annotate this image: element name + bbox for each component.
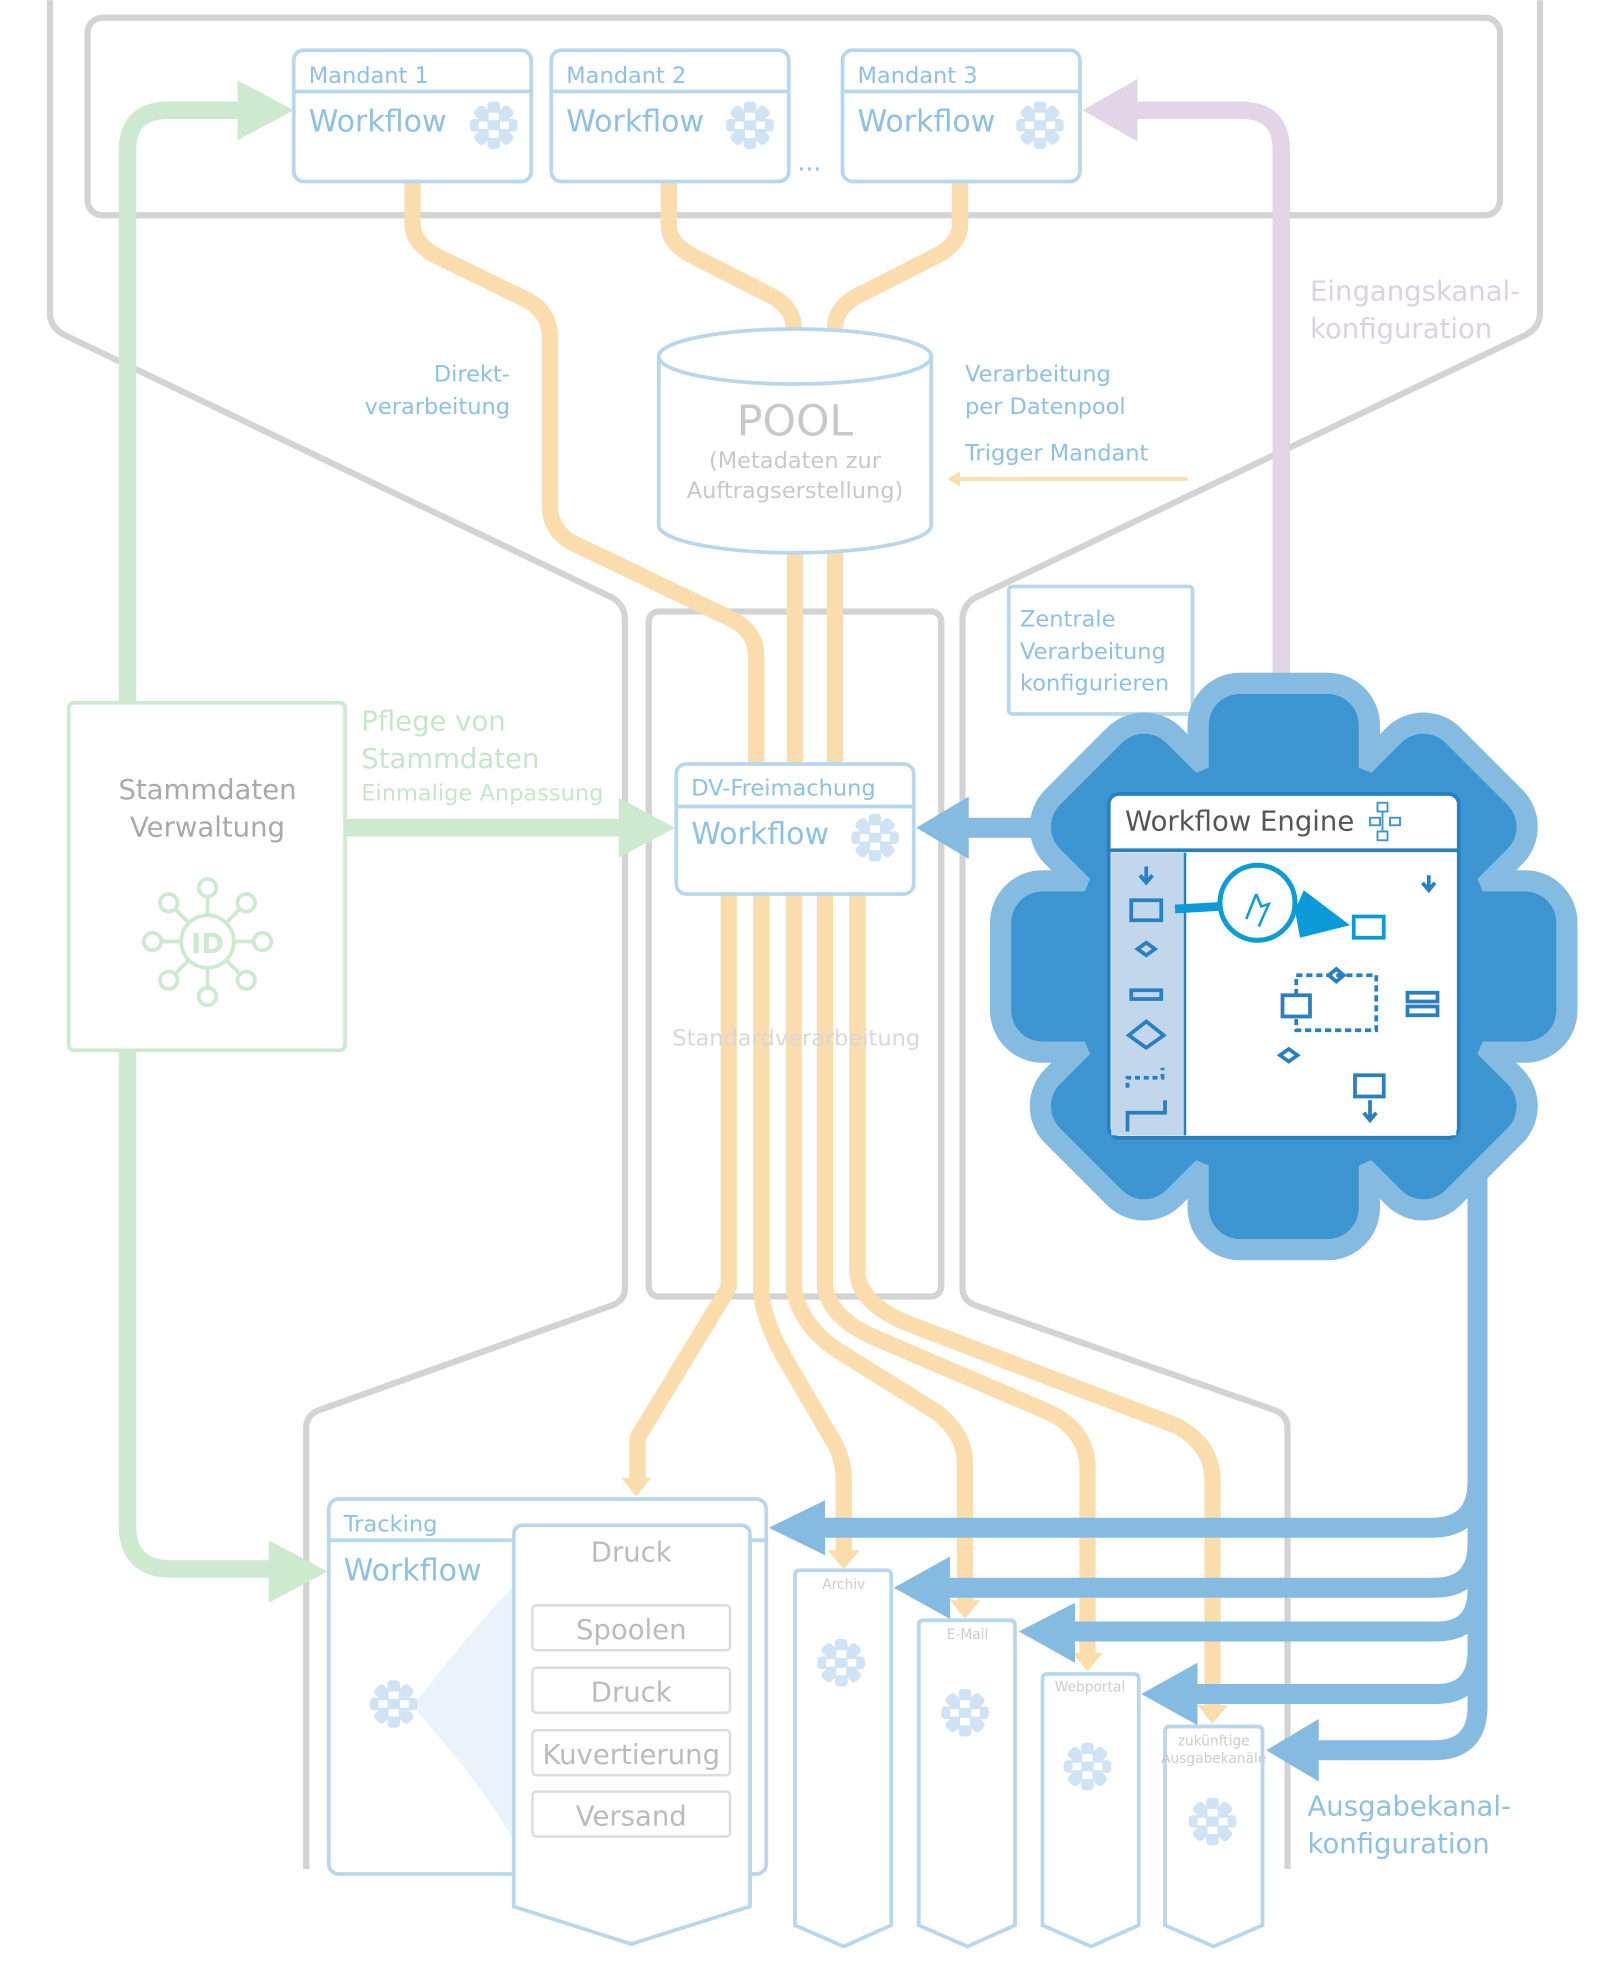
workflow-label: Workflow: [691, 817, 829, 852]
zentrale-text: konfigurieren: [1020, 670, 1169, 696]
direkt-label: verarbeitung: [365, 394, 510, 420]
channel-title: zukünftige: [1178, 1733, 1250, 1749]
dv-freimachung-box[interactable]: DV-Freimachung Workflow: [674, 762, 916, 896]
gear-icon: [1063, 1742, 1112, 1791]
mandant-title: Mandant 1: [309, 63, 429, 89]
channel-email[interactable]: E-Mail: [916, 1618, 1017, 1949]
mandant-2[interactable]: Mandant 2 Workflow: [549, 48, 791, 184]
workflow-diagram: Mandant 1 Workflow Mandant 2 Workflow ..…: [46, 0, 1578, 1949]
gear-icon: [851, 814, 899, 862]
mandant-1[interactable]: Mandant 1 Workflow: [291, 48, 534, 184]
stammdaten-title: Verwaltung: [130, 812, 285, 844]
stammdaten-box[interactable]: Stammdaten Verwaltung ID: [66, 700, 347, 1053]
step-label: Druck: [591, 1677, 672, 1709]
pflege-label: Stammdaten: [361, 743, 539, 775]
mandant-title: Mandant 2: [566, 63, 686, 89]
gear-icon: [941, 1689, 989, 1737]
workflow-label: Workflow: [344, 1553, 482, 1588]
mandant-title: Mandant 3: [858, 63, 978, 89]
gear-icon: [1188, 1797, 1237, 1846]
channel-webportal[interactable]: Webportal: [1040, 1672, 1141, 1949]
gear-icon: [370, 1680, 418, 1728]
pflege-label: Pflege von: [361, 705, 505, 737]
shape-palette[interactable]: [1111, 852, 1184, 1136]
trigger-label: Trigger Mandant: [964, 440, 1149, 466]
druck-title: Druck: [591, 1537, 672, 1569]
ausgabe-label: konfiguration: [1308, 1828, 1490, 1860]
druck-box[interactable]: Druck Spoolen Druck Kuvertierung Versand: [511, 1523, 752, 1946]
gear-icon: [726, 101, 774, 149]
zentrale-text: Zentrale: [1020, 607, 1115, 633]
gear-icon: [1016, 101, 1064, 149]
pool-label: Verarbeitung: [965, 362, 1111, 388]
channel-zukuenftige[interactable]: zukünftige Ausgabekanäle: [1161, 1724, 1266, 1949]
gear-icon: [817, 1639, 865, 1687]
id-badge: ID: [191, 928, 224, 960]
dv-title: DV-Freimachung: [691, 775, 875, 801]
channel-archiv[interactable]: Archiv: [793, 1568, 894, 1949]
channel-title: E-Mail: [947, 1627, 989, 1643]
pflege-label: Einmalige Anpassung: [361, 780, 603, 806]
drag-hand-icon: [1217, 862, 1298, 943]
pool-subtitle: Auftragserstellung): [687, 478, 904, 504]
workflow-label: Workflow: [858, 105, 996, 140]
pool-title: POOL: [737, 397, 854, 446]
gear-icon: [470, 101, 518, 149]
step-label: Versand: [576, 1800, 687, 1832]
channel-title: Webportal: [1055, 1680, 1125, 1696]
step-label: Kuvertierung: [542, 1739, 720, 1771]
workflow-label: Workflow: [309, 105, 447, 140]
eingang-label: konfiguration: [1310, 313, 1492, 345]
eingang-label: Eingangskanal-: [1310, 275, 1520, 307]
mandant-3[interactable]: Mandant 3 Workflow: [840, 48, 1082, 184]
zentrale-box[interactable]: Zentrale Verarbeitung konfigurieren: [1006, 584, 1195, 716]
ausgabe-label: Ausgabekanal-: [1308, 1790, 1511, 1822]
pool-cylinder: POOL (Metadaten zur Auftragserstellung): [656, 327, 934, 555]
step-label: Spoolen: [576, 1614, 687, 1646]
channel-title: Archiv: [822, 1577, 865, 1593]
workflow-label: Workflow: [566, 105, 704, 140]
zentrale-text: Verarbeitung: [1020, 639, 1166, 665]
stammdaten-title: Stammdaten: [118, 774, 296, 806]
direkt-label: Direkt-: [434, 362, 510, 388]
pool-subtitle: (Metadaten zur: [709, 448, 882, 474]
pool-label: per Datenpool: [965, 394, 1126, 420]
more-mandants: ...: [798, 147, 822, 176]
channel-title: Ausgabekanäle: [1161, 1751, 1266, 1767]
standard-label: Standardverarbeitung: [672, 1025, 920, 1051]
engine-title: Workflow Engine: [1125, 805, 1354, 837]
workflow-engine-window[interactable]: Workflow Engine: [1106, 792, 1461, 1140]
tracking-title: Tracking: [343, 1512, 438, 1538]
